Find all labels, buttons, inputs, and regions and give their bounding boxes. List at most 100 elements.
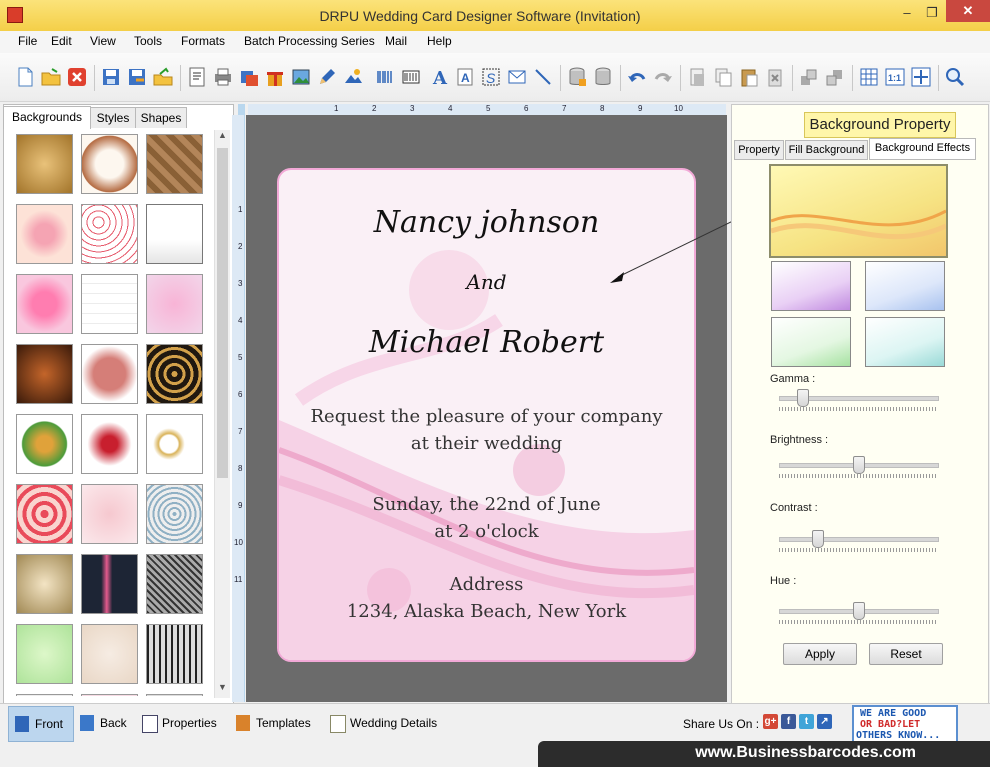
scrollbar-thumb[interactable] — [217, 148, 228, 478]
fit-window-icon[interactable] — [910, 66, 932, 88]
wedding-time[interactable]: at 2 o'clock — [279, 521, 694, 542]
background-thumbnail[interactable] — [81, 624, 138, 684]
tab-property[interactable]: Property — [734, 140, 784, 160]
new-file-icon[interactable] — [14, 66, 36, 88]
barcode-icon[interactable] — [374, 66, 396, 88]
front-button[interactable]: Front — [8, 706, 74, 742]
cut-icon[interactable] — [686, 66, 708, 88]
scroll-down-icon[interactable]: ▼ — [215, 682, 230, 696]
menu-file[interactable]: File — [14, 33, 41, 49]
back-button[interactable]: Back — [74, 706, 132, 740]
save-icon[interactable] — [100, 66, 122, 88]
line-icon[interactable] — [532, 66, 554, 88]
scroll-up-icon[interactable]: ▲ — [215, 130, 230, 144]
background-effect-teal[interactable] — [865, 317, 945, 367]
bring-front-icon[interactable] — [798, 66, 820, 88]
menu-formats[interactable]: Formats — [177, 33, 229, 49]
address-text[interactable]: 1234, Alaska Beach, New York — [279, 601, 694, 622]
redo-icon[interactable] — [652, 66, 674, 88]
send-back-icon[interactable] — [824, 66, 846, 88]
image-icon[interactable] — [290, 66, 312, 88]
text-icon[interactable]: A — [428, 66, 450, 89]
menu-mail[interactable]: Mail — [381, 33, 411, 49]
barcode-alt-icon[interactable] — [400, 66, 422, 88]
background-thumbnail[interactable] — [16, 134, 73, 194]
menu-batch-processing[interactable]: Batch Processing Series — [240, 33, 379, 49]
brightness-slider-thumb[interactable] — [853, 456, 865, 474]
background-thumbnail[interactable] — [81, 414, 138, 474]
tab-shapes[interactable]: Shapes — [135, 107, 187, 128]
paste-icon[interactable] — [738, 66, 760, 88]
background-thumbnail[interactable] — [16, 624, 73, 684]
background-thumbnail[interactable] — [146, 554, 203, 614]
open-folder-icon[interactable] — [40, 66, 62, 88]
background-thumbnail[interactable] — [81, 274, 138, 334]
background-effect-violet[interactable] — [771, 261, 851, 311]
facebook-icon[interactable]: f — [781, 714, 796, 729]
background-thumbnail[interactable] — [16, 554, 73, 614]
reset-button[interactable]: Reset — [869, 643, 943, 665]
background-thumbnail[interactable] — [81, 484, 138, 544]
background-thumbnail[interactable] — [146, 414, 203, 474]
print-preview-icon[interactable] — [238, 66, 260, 88]
mail-icon[interactable] — [506, 66, 528, 88]
properties-icon[interactable] — [186, 66, 208, 88]
background-thumbnail[interactable] — [146, 484, 203, 544]
save-as-icon[interactable] — [126, 66, 148, 88]
share-icon[interactable]: ↗ — [817, 714, 832, 729]
print-icon[interactable] — [212, 66, 234, 88]
maximize-button[interactable]: ❐ — [918, 3, 946, 23]
contrast-slider-thumb[interactable] — [811, 530, 824, 548]
gamma-slider-thumb[interactable] — [796, 389, 809, 407]
signature-icon[interactable]: S — [480, 66, 502, 88]
background-effect-green[interactable] — [771, 317, 851, 367]
background-thumbnail[interactable] — [16, 484, 73, 544]
background-thumbnail[interactable] — [16, 344, 73, 404]
export-icon[interactable] — [152, 66, 174, 88]
groom-bride-name-2[interactable]: Michael Robert — [279, 325, 694, 360]
actual-size-icon[interactable]: 1:1 — [884, 66, 906, 88]
address-label[interactable]: Address — [279, 574, 694, 595]
wedding-details-button[interactable]: Wedding Details — [324, 706, 464, 740]
close-button[interactable]: ✕ — [946, 0, 990, 22]
tab-background-effects[interactable]: Background Effects — [869, 138, 976, 160]
tab-styles[interactable]: Styles — [90, 107, 136, 128]
background-thumbnail[interactable] — [81, 344, 138, 404]
wedding-date[interactable]: Sunday, the 22nd of June — [279, 494, 694, 515]
minimize-button[interactable]: – — [893, 3, 921, 23]
thumbnails-scrollbar[interactable]: ▲ ▼ — [214, 130, 230, 698]
undo-icon[interactable] — [626, 66, 648, 88]
background-thumbnail[interactable] — [146, 204, 203, 264]
background-thumbnail[interactable] — [81, 204, 138, 264]
background-thumbnail[interactable] — [81, 694, 138, 696]
database-alt-icon[interactable] — [592, 66, 614, 88]
grid-icon[interactable] — [858, 66, 880, 88]
footer-website[interactable]: www.Businessbarcodes.com — [538, 741, 990, 767]
word-art-icon[interactable]: A — [454, 66, 476, 88]
background-thumbnail[interactable] — [146, 344, 203, 404]
background-thumbnail[interactable] — [16, 414, 73, 474]
tab-backgrounds[interactable]: Backgrounds — [3, 106, 91, 129]
pencil-icon[interactable] — [316, 66, 338, 88]
feedback-banner[interactable]: WE ARE GOOD OR BAD?LET OTHERS KNOW... — [852, 705, 958, 745]
selected-background-effect[interactable] — [769, 164, 948, 258]
background-thumbnail[interactable] — [81, 134, 138, 194]
zoom-icon[interactable] — [944, 66, 966, 88]
background-thumbnail[interactable] — [146, 694, 203, 696]
invitation-line-1[interactable]: Request the pleasure of your company — [279, 406, 694, 427]
background-thumbnail[interactable] — [146, 624, 203, 684]
background-effect-blue[interactable] — [865, 261, 945, 311]
background-thumbnail[interactable] — [146, 134, 203, 194]
delete-icon[interactable] — [764, 66, 786, 88]
twitter-icon[interactable]: t — [799, 714, 814, 729]
menu-tools[interactable]: Tools — [130, 33, 166, 49]
menu-edit[interactable]: Edit — [47, 33, 76, 49]
background-thumbnail[interactable] — [16, 694, 73, 696]
background-thumbnail[interactable] — [16, 274, 73, 334]
close-icon[interactable] — [66, 66, 88, 88]
invitation-line-2[interactable]: at their wedding — [279, 433, 694, 454]
menu-view[interactable]: View — [86, 33, 120, 49]
background-thumbnail[interactable] — [81, 554, 138, 614]
contrast-slider-track[interactable] — [779, 537, 939, 542]
copy-icon[interactable] — [712, 66, 734, 88]
